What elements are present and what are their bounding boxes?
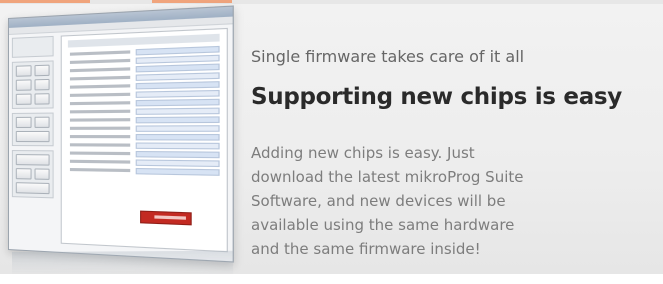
description-line: Software, and new devices will be bbox=[251, 192, 506, 210]
config-row bbox=[69, 124, 220, 132]
misc-group bbox=[11, 150, 54, 199]
description-line: download the latest mikroProg Suite bbox=[251, 168, 524, 186]
mini-button bbox=[15, 168, 32, 180]
mini-button bbox=[15, 130, 50, 143]
options-group bbox=[11, 112, 54, 147]
mini-button bbox=[15, 116, 32, 128]
config-row bbox=[69, 141, 220, 149]
section-title: Supporting new chips is easy bbox=[251, 84, 622, 110]
description-line: and the same firmware inside! bbox=[251, 240, 481, 258]
mini-button bbox=[15, 182, 50, 195]
feature-panel: Single firmware takes care of it all Sup… bbox=[0, 4, 663, 278]
device-select-box bbox=[11, 35, 54, 58]
config-row bbox=[69, 107, 220, 115]
mini-button bbox=[34, 93, 50, 105]
mini-button bbox=[34, 78, 50, 91]
window-side-controls bbox=[11, 35, 54, 243]
app-window bbox=[8, 5, 234, 263]
config-row bbox=[69, 133, 220, 141]
config-row bbox=[69, 167, 220, 176]
accent-segment bbox=[152, 0, 232, 3]
mikroelektronika-logo-icon bbox=[140, 210, 192, 226]
description-line: available using the same hardware bbox=[251, 216, 515, 234]
config-row bbox=[69, 150, 220, 158]
accent-segment bbox=[0, 0, 90, 3]
section-subtitle: Single firmware takes care of it all bbox=[251, 47, 525, 66]
description-line: Adding new chips is easy. Just bbox=[251, 144, 475, 162]
mini-button bbox=[15, 93, 32, 105]
mini-button bbox=[15, 65, 32, 77]
config-row bbox=[69, 89, 220, 98]
mini-button bbox=[34, 116, 50, 128]
action-buttons-group bbox=[11, 60, 54, 109]
config-row bbox=[69, 80, 220, 90]
mini-button bbox=[34, 168, 50, 180]
software-screenshot-image bbox=[8, 5, 234, 263]
config-row bbox=[69, 115, 220, 123]
mini-button bbox=[15, 79, 32, 91]
mini-button bbox=[34, 64, 50, 77]
mini-button bbox=[15, 154, 50, 166]
config-row bbox=[69, 98, 220, 106]
config-row bbox=[69, 158, 220, 167]
window-config-area bbox=[60, 27, 228, 253]
bottom-strip bbox=[0, 274, 663, 284]
section-description: Adding new chips is easy. Just download … bbox=[251, 141, 661, 261]
